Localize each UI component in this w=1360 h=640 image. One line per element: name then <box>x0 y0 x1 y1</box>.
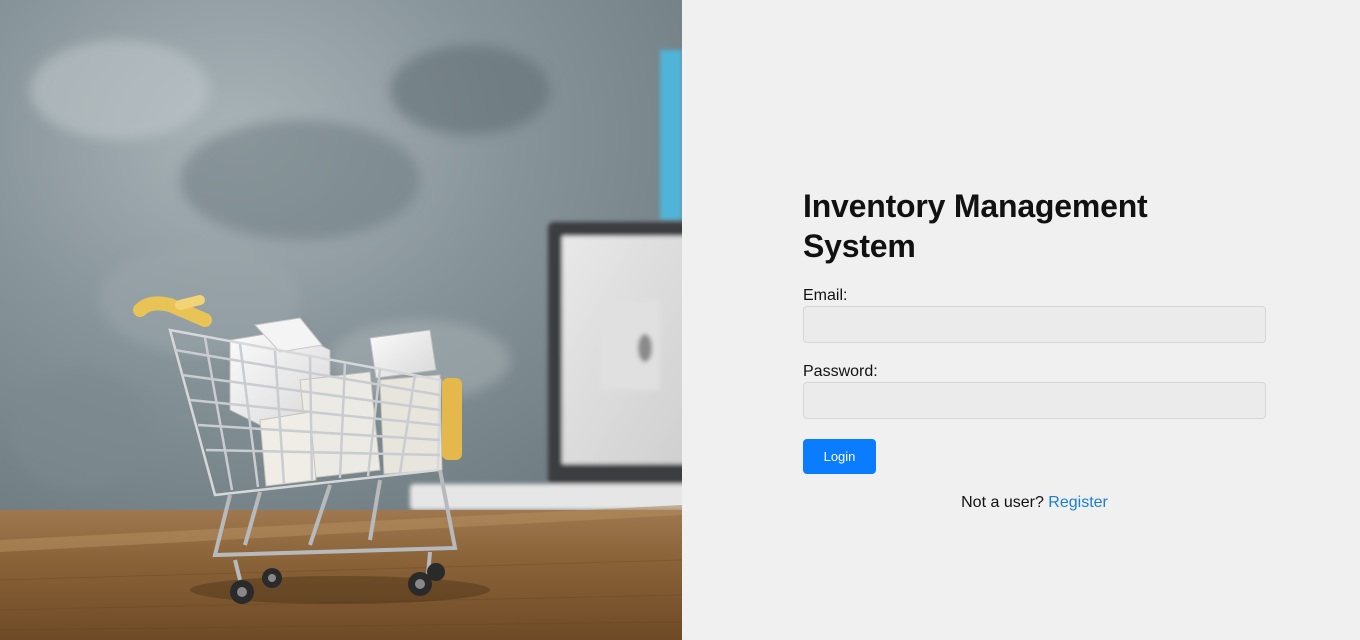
email-field[interactable] <box>803 306 1266 343</box>
login-page: Inventory Management System Email: Passw… <box>0 0 1360 640</box>
email-label: Email: <box>803 287 848 304</box>
login-form: Inventory Management System Email: Passw… <box>803 186 1266 512</box>
page-title: Inventory Management System <box>803 188 1148 264</box>
password-field[interactable] <box>803 382 1266 419</box>
login-panel: Inventory Management System Email: Passw… <box>682 0 1360 640</box>
register-prompt-line: Not a user? Register <box>803 494 1266 512</box>
register-link[interactable]: Register <box>1048 494 1108 511</box>
hero-shopping-cart-image <box>0 0 682 640</box>
login-button[interactable]: Login <box>803 439 876 474</box>
password-label: Password: <box>803 363 878 380</box>
register-prompt-text: Not a user? <box>961 494 1044 511</box>
